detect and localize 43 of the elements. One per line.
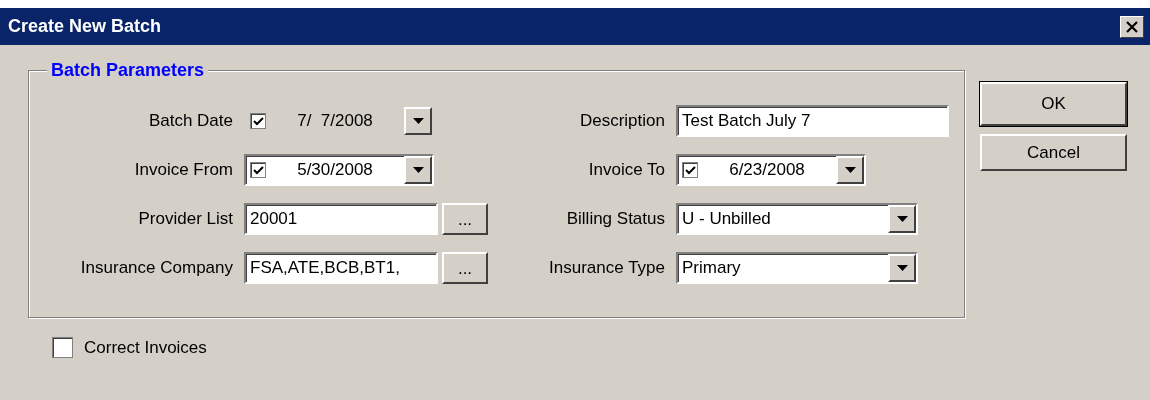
- input-field[interactable]: FSA,ATE,BCB,BT1,: [244, 252, 438, 284]
- caret-icon: [844, 167, 856, 173]
- checkbox[interactable]: [682, 162, 698, 178]
- checkbox[interactable]: [250, 162, 266, 178]
- caret-icon: [412, 118, 424, 124]
- dropdown-field[interactable]: Primary: [676, 252, 918, 284]
- field-label: Provider List: [138, 208, 233, 231]
- date-text: 5/30/2008: [296, 159, 374, 182]
- field-label: Invoice To: [588, 159, 665, 182]
- checkbox-label: Correct Invoices: [84, 337, 207, 359]
- caret-icon: [412, 167, 424, 173]
- dropdown-button[interactable]: [888, 205, 916, 233]
- browse-button[interactable]: ...: [442, 203, 488, 235]
- dropdown-button[interactable]: [888, 254, 916, 282]
- field-label: Description: [579, 110, 665, 133]
- dropdown-button[interactable]: [404, 107, 432, 135]
- field-label: Invoice From: [134, 159, 233, 182]
- field-label: Insurance Company: [80, 257, 233, 280]
- browse-button[interactable]: ...: [442, 252, 488, 284]
- caret-icon: [896, 265, 908, 271]
- dialog-button[interactable]: Cancel: [980, 134, 1127, 171]
- close-icon: [1126, 20, 1138, 33]
- field-label: Batch Date: [148, 110, 233, 133]
- field-label: Billing Status: [566, 208, 665, 231]
- dialog-button[interactable]: OK: [980, 82, 1127, 126]
- date-field[interactable]: 5/30/2008: [244, 154, 434, 186]
- date-field[interactable]: 7/ 7/2008: [244, 105, 434, 137]
- input-field[interactable]: 20001: [244, 203, 438, 235]
- dropdown-field[interactable]: U - Unbilled: [676, 203, 918, 235]
- date-field[interactable]: 6/23/2008: [676, 154, 866, 186]
- close-button[interactable]: [1120, 15, 1144, 38]
- input-field[interactable]: Test Batch July 7: [676, 105, 949, 137]
- selected-value: Primary: [682, 257, 742, 280]
- checkbox[interactable]: [52, 337, 73, 359]
- caret-icon: [896, 216, 908, 222]
- field-label: Insurance Type: [549, 257, 665, 280]
- dropdown-button[interactable]: [404, 156, 432, 184]
- window-title: Create New Batch: [8, 15, 162, 38]
- selected-value: U - Unbilled: [682, 208, 772, 231]
- checkbox[interactable]: [250, 113, 266, 129]
- date-text: 6/23/2008: [728, 159, 806, 182]
- date-text: 7/ 7/2008: [296, 110, 374, 133]
- dropdown-button[interactable]: [836, 156, 864, 184]
